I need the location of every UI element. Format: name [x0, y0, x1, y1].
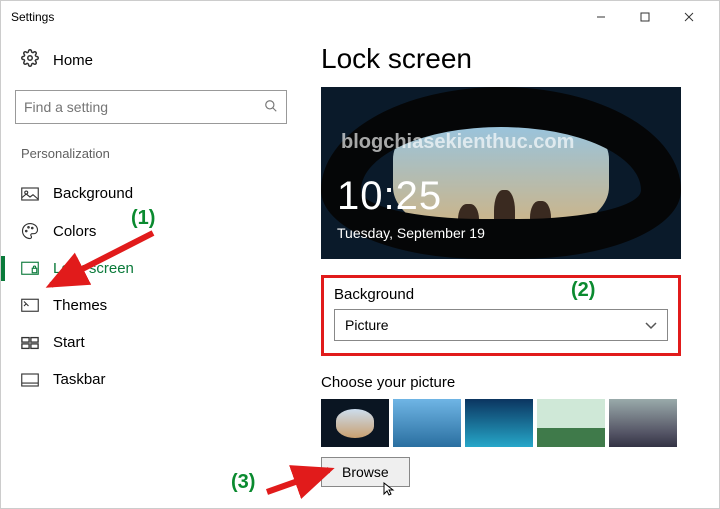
taskbar-icon	[21, 373, 39, 387]
home-label: Home	[53, 52, 93, 69]
sidebar: Home Personalization Background	[1, 33, 301, 508]
main-panel: Lock screen blogchiasekienthuc.com 10:25…	[301, 33, 719, 508]
sidebar-item-taskbar[interactable]: Taskbar	[15, 361, 287, 398]
picture-thumbnails	[321, 399, 699, 447]
home-link[interactable]: Home	[21, 49, 287, 72]
sidebar-item-label: Taskbar	[53, 371, 106, 388]
sidebar-item-label: Colors	[53, 223, 96, 240]
lockscreen-preview: blogchiasekienthuc.com 10:25 Tuesday, Se…	[321, 87, 681, 259]
themes-icon	[21, 298, 39, 314]
nav-list: Background Colors Lock screen	[15, 175, 287, 398]
cursor-icon	[383, 482, 395, 499]
thumbnail-2[interactable]	[393, 399, 461, 447]
search-icon	[264, 99, 278, 116]
thumbnail-3[interactable]	[465, 399, 533, 447]
sidebar-item-lock-screen[interactable]: Lock screen	[15, 250, 287, 287]
gear-icon	[21, 49, 39, 72]
search-input-container[interactable]	[15, 90, 287, 124]
start-icon	[21, 336, 39, 350]
image-icon	[21, 187, 39, 201]
palette-icon	[21, 222, 39, 240]
sidebar-item-label: Background	[53, 185, 133, 202]
sidebar-item-label: Lock screen	[53, 260, 134, 277]
preview-time: 10:25	[337, 174, 442, 219]
watermark-text: blogchiasekienthuc.com	[341, 131, 574, 154]
search-input[interactable]	[24, 99, 264, 115]
close-button[interactable]	[667, 1, 711, 33]
sidebar-item-background[interactable]: Background	[15, 175, 287, 212]
preview-date: Tuesday, September 19	[337, 225, 485, 241]
maximize-button[interactable]	[623, 1, 667, 33]
sidebar-item-colors[interactable]: Colors	[15, 212, 287, 250]
thumbnail-5[interactable]	[609, 399, 677, 447]
thumbnail-1[interactable]	[321, 399, 389, 447]
background-section: Background Picture	[321, 275, 681, 356]
dropdown-value: Picture	[345, 317, 389, 333]
section-header: Personalization	[21, 146, 287, 161]
thumbnail-4[interactable]	[537, 399, 605, 447]
lock-screen-icon	[21, 261, 39, 277]
page-title: Lock screen	[321, 43, 699, 75]
title-bar: Settings	[1, 1, 719, 33]
background-dropdown[interactable]: Picture	[334, 309, 668, 341]
sidebar-item-label: Start	[53, 334, 85, 351]
background-label: Background	[334, 286, 668, 303]
sidebar-item-themes[interactable]: Themes	[15, 287, 287, 324]
window-title: Settings	[11, 10, 54, 24]
sidebar-item-start[interactable]: Start	[15, 324, 287, 361]
chevron-down-icon	[645, 317, 657, 333]
sidebar-item-label: Themes	[53, 297, 107, 314]
minimize-button[interactable]	[579, 1, 623, 33]
choose-picture-label: Choose your picture	[321, 374, 699, 391]
browse-button[interactable]: Browse	[321, 457, 410, 487]
